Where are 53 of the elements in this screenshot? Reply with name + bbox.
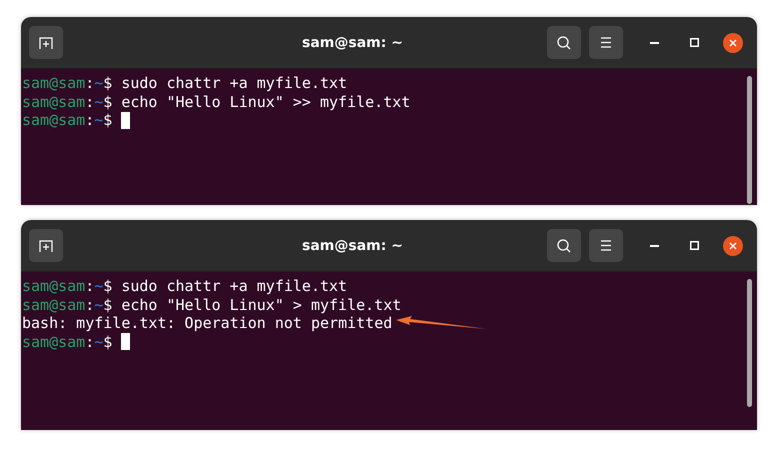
new-tab-button[interactable] — [29, 26, 63, 59]
prompt-separator: : — [85, 92, 94, 111]
prompt-separator: : — [85, 277, 94, 296]
close-button[interactable] — [723, 236, 743, 256]
scrollbar[interactable] — [747, 76, 752, 204]
prompt-separator: : — [85, 74, 94, 92]
prompt-path: ~ — [94, 111, 104, 130]
prompt-symbol: $ — [103, 277, 112, 296]
prompt-path: ~ — [94, 332, 104, 351]
new-tab-icon — [39, 238, 53, 252]
prompt-symbol: $ — [103, 332, 112, 351]
prompt-user: sam@sam — [22, 277, 86, 296]
menu-icon — [600, 240, 612, 251]
search-button[interactable] — [547, 229, 581, 262]
close-icon — [729, 242, 737, 250]
search-icon — [556, 238, 572, 254]
command-text: sudo chattr +a myfile.txt — [121, 277, 348, 296]
maximize-icon — [690, 38, 698, 47]
prompt-user: sam@sam — [22, 111, 86, 130]
prompt-separator: : — [85, 332, 94, 351]
minimize-icon — [650, 42, 658, 44]
prompt-user: sam@sam — [22, 92, 86, 111]
prompt-user: sam@sam — [22, 74, 86, 92]
prompt-path: ~ — [94, 296, 104, 314]
prompt-separator: : — [85, 111, 94, 130]
prompt-symbol: $ — [103, 92, 112, 111]
prompt-path: ~ — [94, 277, 104, 296]
prompt-separator: : — [85, 296, 94, 314]
command-text: sudo chattr +a myfile.txt — [121, 74, 348, 92]
search-button[interactable] — [547, 26, 581, 59]
menu-button[interactable] — [589, 26, 623, 59]
output-text: bash: myfile.txt: Operation not permitted — [22, 314, 392, 332]
prompt-path: ~ — [94, 74, 104, 92]
new-tab-button[interactable] — [29, 229, 63, 262]
prompt-symbol: $ — [103, 296, 112, 314]
command-text: echo "Hello Linux" > myfile.txt — [121, 296, 402, 314]
new-tab-icon — [39, 36, 53, 50]
command-text: echo "Hello Linux" >> myfile.txt — [121, 92, 410, 111]
menu-button[interactable] — [589, 229, 623, 262]
search-icon — [556, 34, 572, 50]
window-title: sam@sam: ~ — [301, 238, 404, 254]
minimize-icon — [650, 244, 658, 246]
menu-icon — [600, 37, 612, 48]
close-icon — [729, 38, 737, 46]
prompt-path: ~ — [94, 92, 104, 111]
scrollbar[interactable] — [747, 279, 752, 407]
prompt-user: sam@sam — [22, 296, 86, 314]
prompt-symbol: $ — [103, 74, 112, 92]
prompt-symbol: $ — [103, 111, 112, 130]
close-button[interactable] — [723, 32, 743, 52]
window-title: sam@sam: ~ — [301, 34, 404, 50]
prompt-user: sam@sam — [22, 332, 86, 351]
maximize-icon — [690, 241, 698, 250]
